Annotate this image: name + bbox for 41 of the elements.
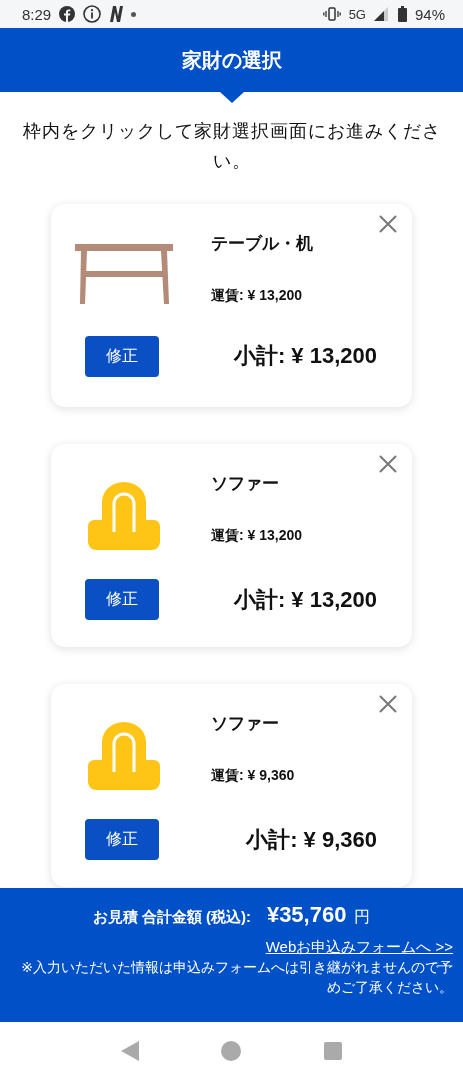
edit-button[interactable]: 修正 — [85, 335, 159, 377]
item-name: テーブル・机 — [211, 233, 314, 255]
battery-icon — [397, 6, 407, 22]
total-label: お見積 合計金額 (税込): — [92, 908, 251, 927]
n-app-icon — [109, 6, 124, 22]
subtotal-text: 小計: ¥ 13,200 — [233, 585, 377, 614]
armchair-icon — [88, 482, 160, 552]
item-name: ソファー — [211, 473, 280, 495]
close-icon[interactable] — [378, 454, 398, 474]
info-icon — [83, 5, 102, 23]
recents-icon[interactable] — [323, 1042, 342, 1060]
table-icon — [75, 243, 173, 304]
page-title: 家財の選択 — [181, 47, 282, 73]
item-card[interactable]: ソファー 運賃: ¥ 9,360 修正 小計: ¥ 9,360 — [51, 684, 412, 887]
clock-time: 8:29 — [22, 5, 52, 23]
notice-text: ※入力いただいた情報は申込みフォームへは引き継がれませんので予めご了承ください。 — [20, 958, 453, 997]
edit-button[interactable]: 修正 — [85, 819, 159, 860]
total-amount: ¥35,760 — [266, 902, 347, 928]
subtotal-text: 小計: ¥ 9,360 — [246, 825, 377, 854]
battery-level: 94% — [414, 5, 445, 23]
home-icon[interactable] — [221, 1041, 242, 1061]
dot-icon — [131, 11, 137, 17]
close-icon[interactable] — [378, 694, 398, 714]
item-card[interactable]: テーブル・机 運賃: ¥ 13,200 修正 小計: ¥ 13,200 — [51, 204, 412, 407]
item-name: ソファー — [211, 713, 280, 735]
fare-text: 運賃: ¥ 9,360 — [211, 767, 296, 785]
item-card[interactable]: ソファー 運賃: ¥ 13,200 修正 小計: ¥ 13,200 — [51, 444, 412, 647]
edit-button[interactable]: 修正 — [85, 579, 159, 620]
subtotal-text: 小計: ¥ 13,200 — [233, 342, 377, 370]
instruction-text: 枠内をクリックして家財選択画面にお進みください。 — [21, 120, 442, 173]
signal-icon — [373, 7, 390, 21]
armchair-icon — [88, 722, 160, 792]
close-icon[interactable] — [378, 214, 398, 234]
network-type: 5G — [348, 6, 366, 22]
vibrate-icon — [322, 7, 341, 21]
currency-unit: 円 — [354, 907, 371, 927]
form-link[interactable]: Webお申込みフォームへ >> — [265, 938, 453, 957]
fare-text: 運賃: ¥ 13,200 — [211, 527, 304, 545]
back-icon[interactable] — [121, 1041, 140, 1061]
fare-text: 運賃: ¥ 13,200 — [211, 287, 304, 305]
facebook-icon — [59, 6, 76, 22]
